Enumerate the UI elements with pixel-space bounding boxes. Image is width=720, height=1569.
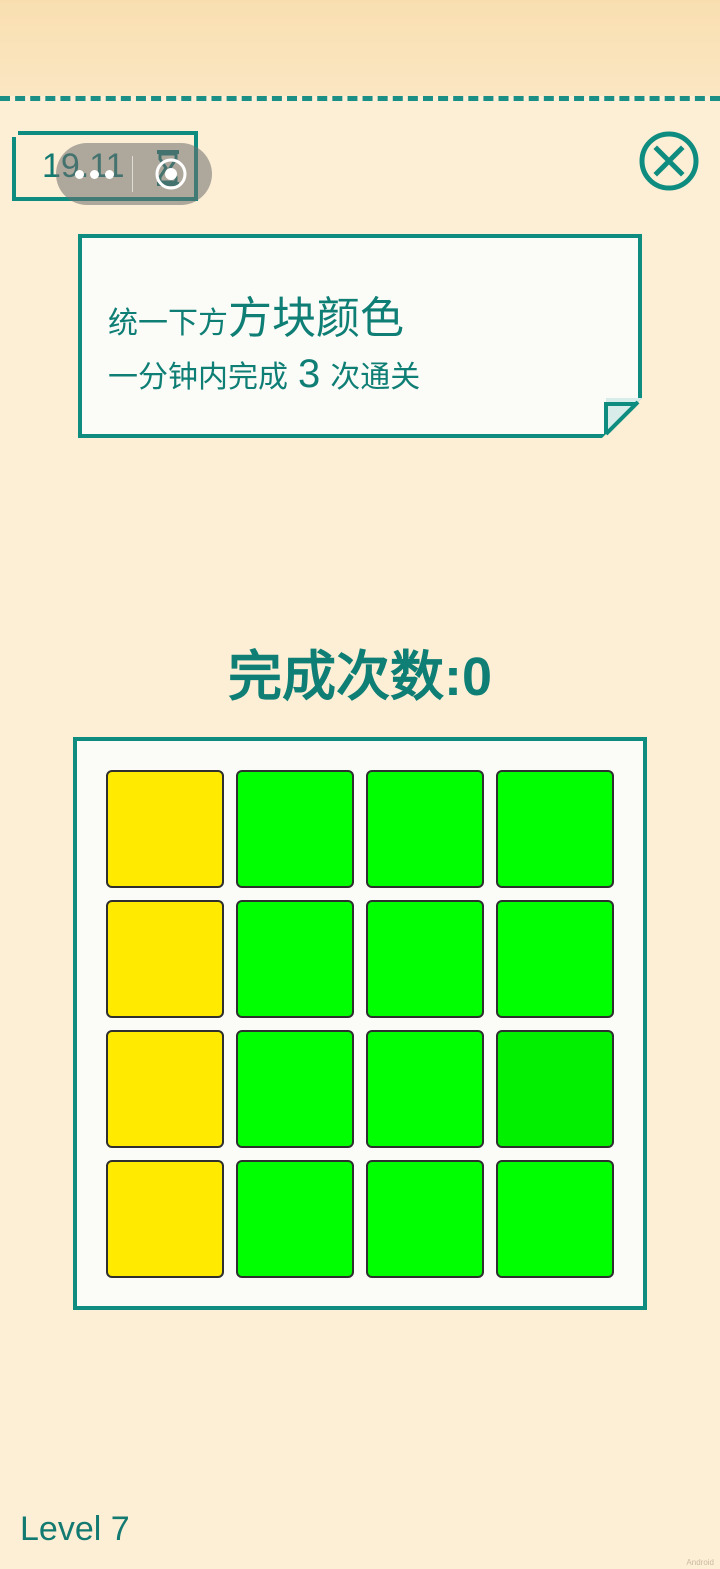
- tile-r2-c4[interactable]: [496, 900, 614, 1018]
- tile-r3-c2[interactable]: [236, 1030, 354, 1148]
- instruction-goal-after: 次通关: [330, 361, 421, 394]
- tile-grid: [106, 770, 614, 1278]
- instruction-card: 统一下方方块颜色 一分钟内完成 3 次通关: [78, 234, 642, 438]
- tile-r4-c2[interactable]: [236, 1160, 354, 1278]
- instruction-goal: 一分钟内完成 3 次通关: [108, 352, 420, 397]
- tile-r2-c2[interactable]: [236, 900, 354, 1018]
- completion-counter: 完成次数:0: [227, 647, 492, 707]
- tile-r3-c3[interactable]: [366, 1030, 484, 1148]
- instruction-title-big: 方块颜色: [228, 294, 404, 343]
- miniprogram-capsule: [56, 143, 212, 205]
- instruction-title-small: 统一下方: [108, 307, 228, 340]
- tile-r3-c4[interactable]: [496, 1030, 614, 1148]
- watermark: Android: [686, 1558, 714, 1567]
- tile-r3-c1[interactable]: [106, 1030, 224, 1148]
- close-x-icon: [639, 131, 699, 191]
- target-close-icon[interactable]: [133, 157, 209, 191]
- close-button[interactable]: [638, 130, 700, 192]
- dashed-divider: [0, 96, 720, 101]
- tile-r4-c4[interactable]: [496, 1160, 614, 1278]
- tile-r2-c1[interactable]: [106, 900, 224, 1018]
- tile-r4-c3[interactable]: [366, 1160, 484, 1278]
- level-label: Level 7: [20, 1510, 130, 1548]
- tile-r1-c2[interactable]: [236, 770, 354, 888]
- tile-r1-c1[interactable]: [106, 770, 224, 888]
- game-board: [73, 737, 647, 1310]
- instruction-goal-before: 一分钟内完成: [108, 361, 288, 394]
- top-band: [0, 0, 720, 96]
- tile-r4-c1[interactable]: [106, 1160, 224, 1278]
- tile-r2-c3[interactable]: [366, 900, 484, 1018]
- more-dots-icon[interactable]: [56, 169, 132, 179]
- instruction-title: 统一下方方块颜色: [108, 282, 404, 346]
- instruction-goal-number: 3: [298, 352, 321, 396]
- tile-r1-c3[interactable]: [366, 770, 484, 888]
- tile-r1-c4[interactable]: [496, 770, 614, 888]
- page-fold-icon: [602, 398, 642, 438]
